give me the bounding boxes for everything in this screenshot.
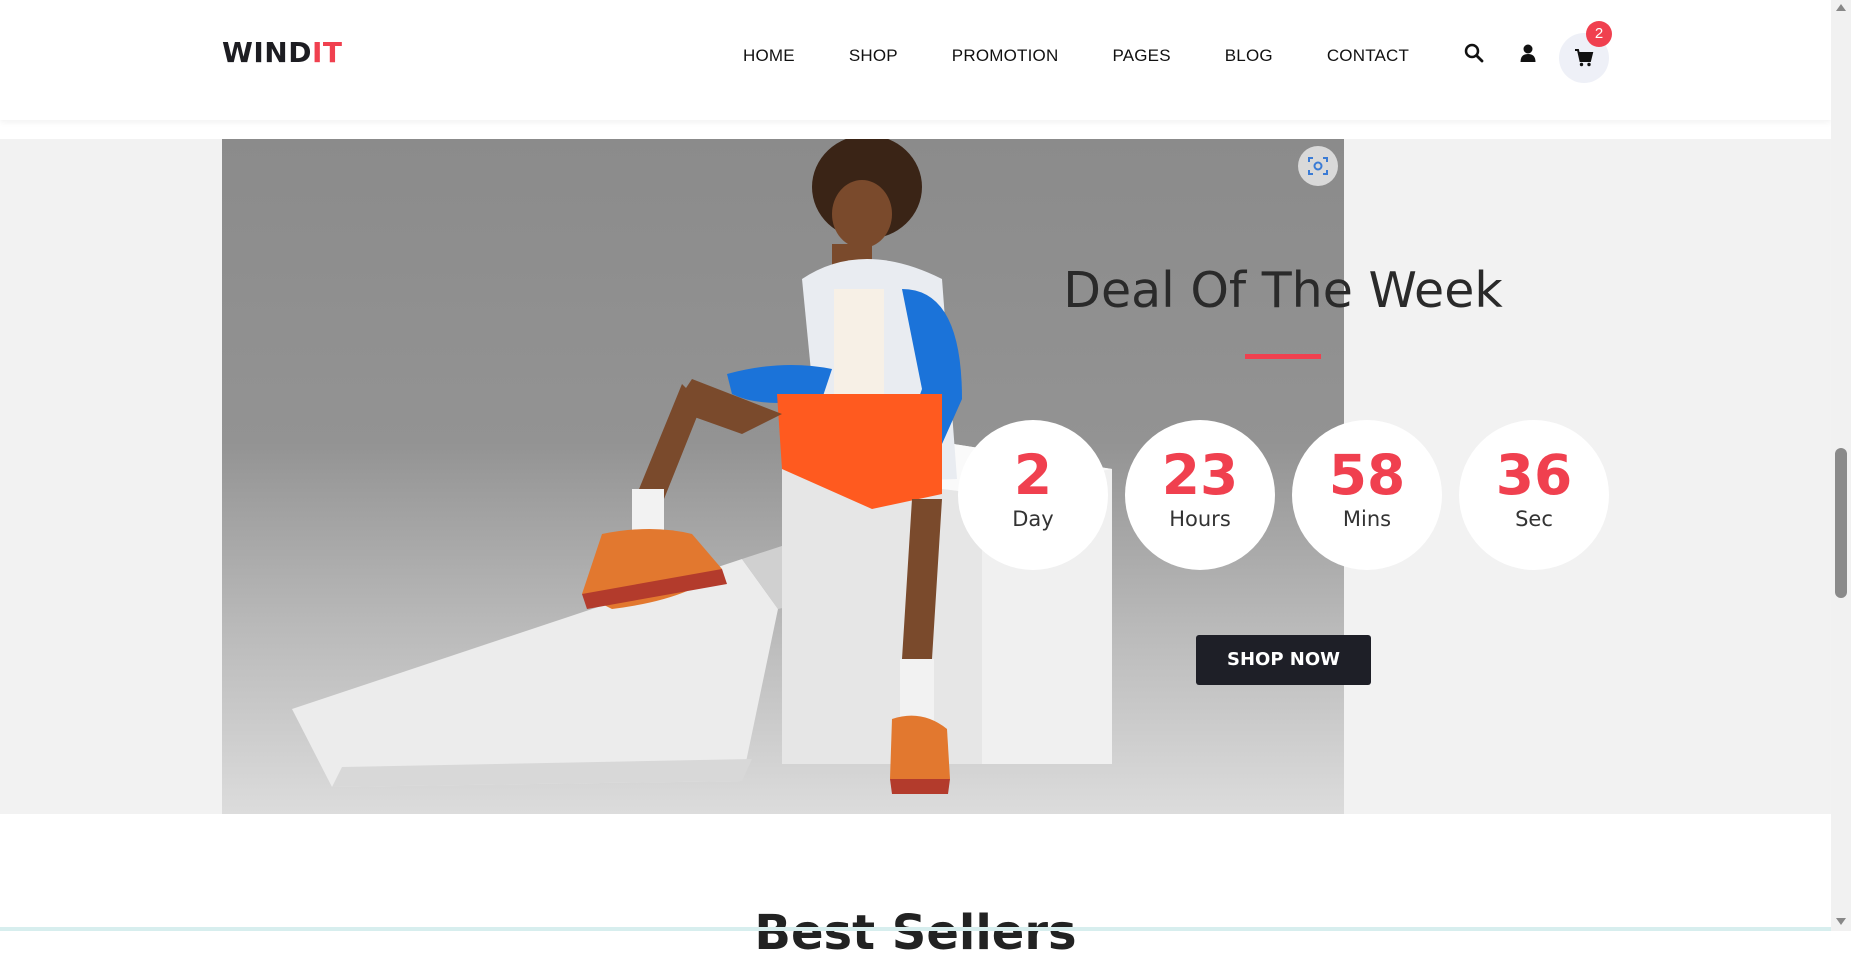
best-sellers-heading: Best Sellers — [754, 905, 1077, 961]
deal-title: Deal Of The Week — [1063, 262, 1503, 319]
nav-promotion[interactable]: PROMOTION — [952, 46, 1059, 66]
nav-pages[interactable]: PAGES — [1112, 46, 1170, 66]
timer-day: 2 Day — [958, 420, 1108, 570]
scroll-thumb[interactable] — [1835, 448, 1847, 598]
bottom-strip — [0, 927, 1831, 931]
nav-contact[interactable]: CONTACT — [1327, 46, 1409, 66]
nav-home[interactable]: HOME — [743, 46, 795, 66]
timer-sec-value: 36 — [1495, 443, 1573, 507]
user-icon[interactable] — [1518, 43, 1542, 67]
scroll-down-arrow[interactable] — [1836, 918, 1846, 925]
cart-count-badge: 2 — [1586, 21, 1612, 47]
timer-day-value: 2 — [1013, 443, 1053, 507]
timer-hours-unit: Hours — [1169, 507, 1231, 531]
shop-now-button[interactable]: SHOP NOW — [1196, 635, 1371, 685]
cart-icon — [1575, 49, 1594, 67]
site-logo[interactable]: WINDIT — [222, 36, 343, 69]
timer-hours: 23 Hours — [1125, 420, 1275, 570]
nav-blog[interactable]: BLOG — [1225, 46, 1273, 66]
main-nav: HOME SHOP PROMOTION PAGES BLOG CONTACT — [743, 46, 1463, 66]
timer-mins-value: 58 — [1328, 443, 1406, 507]
logo-text-main: WIND — [222, 36, 312, 69]
site-header: WINDIT HOME SHOP PROMOTION PAGES BLOG CO… — [0, 0, 1831, 120]
timer-sec-unit: Sec — [1515, 507, 1553, 531]
logo-text-accent: IT — [311, 36, 343, 69]
title-underline — [1245, 354, 1321, 359]
timer-hours-value: 23 — [1161, 443, 1239, 507]
timer-day-unit: Day — [1012, 507, 1054, 531]
scroll-up-arrow[interactable] — [1836, 4, 1846, 11]
visual-search-icon[interactable] — [1298, 146, 1338, 186]
timer-sec: 36 Sec — [1459, 420, 1609, 570]
page-scrollbar[interactable] — [1831, 0, 1851, 931]
search-icon[interactable] — [1464, 43, 1488, 67]
nav-shop[interactable]: SHOP — [849, 46, 898, 66]
timer-mins: 58 Mins — [1292, 420, 1442, 570]
timer-mins-unit: Mins — [1342, 507, 1392, 531]
